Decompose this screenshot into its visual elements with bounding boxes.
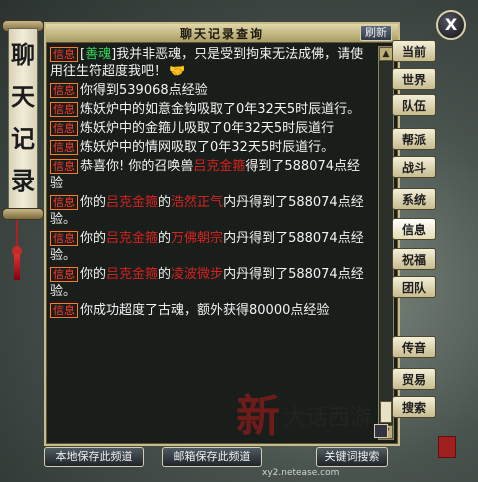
chat-message: 信息 炼妖炉中的如意金钩吸取了0年32天5时辰道行。 bbox=[50, 101, 372, 118]
scroll-rod-bottom bbox=[2, 208, 44, 220]
channel-tag[interactable]: 信息 bbox=[50, 140, 78, 155]
side-title-char: 天 bbox=[11, 82, 35, 111]
tab-6[interactable]: 信息 bbox=[392, 218, 436, 240]
title-bar: 聊天记录查询 刷新 bbox=[46, 24, 398, 43]
tab-0[interactable]: 当前 bbox=[392, 40, 436, 62]
message-text: 的 bbox=[158, 195, 172, 210]
chat-message: 信息 你得到539068点经验 bbox=[50, 82, 372, 99]
highlighted-name[interactable]: 吕克金箍 bbox=[106, 195, 158, 210]
tab-5[interactable]: 系统 bbox=[392, 188, 436, 210]
watermark-logo: 新 bbox=[236, 391, 280, 442]
tab-8[interactable]: 团队 bbox=[392, 276, 436, 298]
chat-history-window: 聊 天 记 录 聊天记录查询 刷新 信息 [善魂]我并非恶魂，只是受到拘束无法成佛… bbox=[0, 0, 478, 482]
highlighted-name[interactable]: 浩然正气 bbox=[171, 195, 223, 210]
mail-save-button[interactable]: 邮箱保存此频道 bbox=[162, 447, 262, 467]
tab-9[interactable]: 传音 bbox=[392, 336, 436, 358]
save-local-button[interactable]: 本地保存此频道 bbox=[44, 447, 144, 467]
chat-message: 信息 炼妖炉中的金箍儿吸取了0年32天5时辰道行 bbox=[50, 120, 372, 137]
channel-tag[interactable]: 信息 bbox=[50, 231, 78, 246]
chat-log[interactable]: 信息 [善魂]我并非恶魂，只是受到拘束无法成佛，请使用往生符超度我吧！ 🤝 信息 你得到… bbox=[50, 46, 372, 436]
chat-message: 信息 炼妖炉中的情网吸取了0年32天5时辰道行。 bbox=[50, 139, 372, 156]
highlighted-name[interactable]: 吕克金箍 bbox=[106, 231, 158, 246]
message-text: 你的 bbox=[80, 231, 107, 246]
message-text: 你的 bbox=[80, 195, 107, 210]
close-icon[interactable]: X bbox=[436, 10, 466, 40]
scroll-thumb[interactable] bbox=[380, 401, 392, 423]
channel-tag[interactable]: 信息 bbox=[50, 83, 78, 98]
channel-tag[interactable]: 信息 bbox=[50, 47, 78, 62]
scroll-paper: 聊 天 记 录 bbox=[8, 28, 38, 212]
side-title-char: 录 bbox=[11, 166, 35, 195]
message-text: 恭喜你! 你的召唤兽 bbox=[80, 159, 194, 174]
message-text: 炼妖炉中的金箍儿吸取了0年32天5时辰道行 bbox=[80, 121, 335, 136]
chat-message: 信息 你的吕克金箍的浩然正气内丹得到了588074点经验。 bbox=[50, 194, 372, 228]
handshake-emote-icon: 🤝 bbox=[169, 64, 186, 79]
message-text: 的 bbox=[158, 231, 172, 246]
channel-tag[interactable]: 信息 bbox=[50, 195, 78, 210]
message-text: 炼妖炉中的如意金钩吸取了0年32天5时辰道行。 bbox=[80, 102, 361, 117]
chat-message: 信息 你的吕克金箍的万佛朝宗内丹得到了588074点经验。 bbox=[50, 230, 372, 264]
side-title-char: 记 bbox=[11, 124, 35, 153]
highlighted-name[interactable]: 万佛朝宗 bbox=[171, 231, 223, 246]
scroll-up-arrow-icon[interactable]: ▲ bbox=[379, 47, 393, 61]
keyword-search-button[interactable]: 关键词搜索 bbox=[316, 447, 388, 467]
tab-4[interactable]: 战斗 bbox=[392, 156, 436, 178]
chat-message: 信息 [善魂]我并非恶魂，只是受到拘束无法成佛，请使用往生符超度我吧！ 🤝 bbox=[50, 46, 372, 80]
tab-1[interactable]: 世界 bbox=[392, 68, 436, 90]
message-text: 你的 bbox=[80, 267, 107, 282]
chat-message: 信息 你成功超度了古魂，额外获得80000点经验 bbox=[50, 302, 372, 319]
tassel-decoration bbox=[12, 220, 22, 280]
highlighted-name[interactable]: 吕克金箍 bbox=[106, 267, 158, 282]
chat-message: 信息 恭喜你! 你的召唤兽吕克金箍得到了588074点经验 bbox=[50, 158, 372, 192]
tab-7[interactable]: 祝福 bbox=[392, 248, 436, 270]
window-title: 聊天记录查询 bbox=[179, 27, 264, 41]
refresh-button[interactable]: 刷新 bbox=[360, 25, 392, 41]
chat-message: 信息 你的吕克金箍的凌波微步内丹得到了588074点经验。 bbox=[50, 266, 372, 300]
message-text: 你成功超度了古魂，额外获得80000点经验 bbox=[80, 303, 330, 318]
tab-2[interactable]: 队伍 bbox=[392, 94, 436, 116]
seal-stamp bbox=[438, 436, 456, 458]
watermark-subtitle: 大话西游 bbox=[284, 406, 373, 431]
channel-tag[interactable]: 信息 bbox=[50, 303, 78, 318]
tab-10[interactable]: 贸易 bbox=[392, 368, 436, 390]
highlighted-name[interactable]: 吕克金箍 bbox=[193, 159, 245, 174]
channel-tag[interactable]: 信息 bbox=[50, 102, 78, 117]
highlighted-name[interactable]: 善魂 bbox=[85, 47, 111, 62]
channel-tag[interactable]: 信息 bbox=[50, 267, 78, 282]
message-text: 炼妖炉中的情网吸取了0年32天5时辰道行。 bbox=[80, 140, 335, 155]
message-text: 的 bbox=[158, 267, 172, 282]
channel-tag[interactable]: 信息 bbox=[50, 159, 78, 174]
channel-tag[interactable]: 信息 bbox=[50, 121, 78, 136]
tab-11[interactable]: 搜索 bbox=[392, 396, 436, 418]
tab-3[interactable]: 帮派 bbox=[392, 128, 436, 150]
watermark-url: xy2.netease.com bbox=[262, 468, 340, 478]
highlighted-name[interactable]: 凌波微步 bbox=[171, 267, 223, 282]
chat-panel: 聊天记录查询 刷新 信息 [善魂]我并非恶魂，只是受到拘束无法成佛，请使用往生符超… bbox=[44, 22, 400, 446]
resize-corner-icon[interactable] bbox=[374, 424, 388, 438]
side-title-scroll: 聊 天 记 录 bbox=[2, 20, 44, 220]
message-text: 你得到539068点经验 bbox=[80, 83, 208, 98]
side-title-char: 聊 bbox=[11, 40, 35, 69]
